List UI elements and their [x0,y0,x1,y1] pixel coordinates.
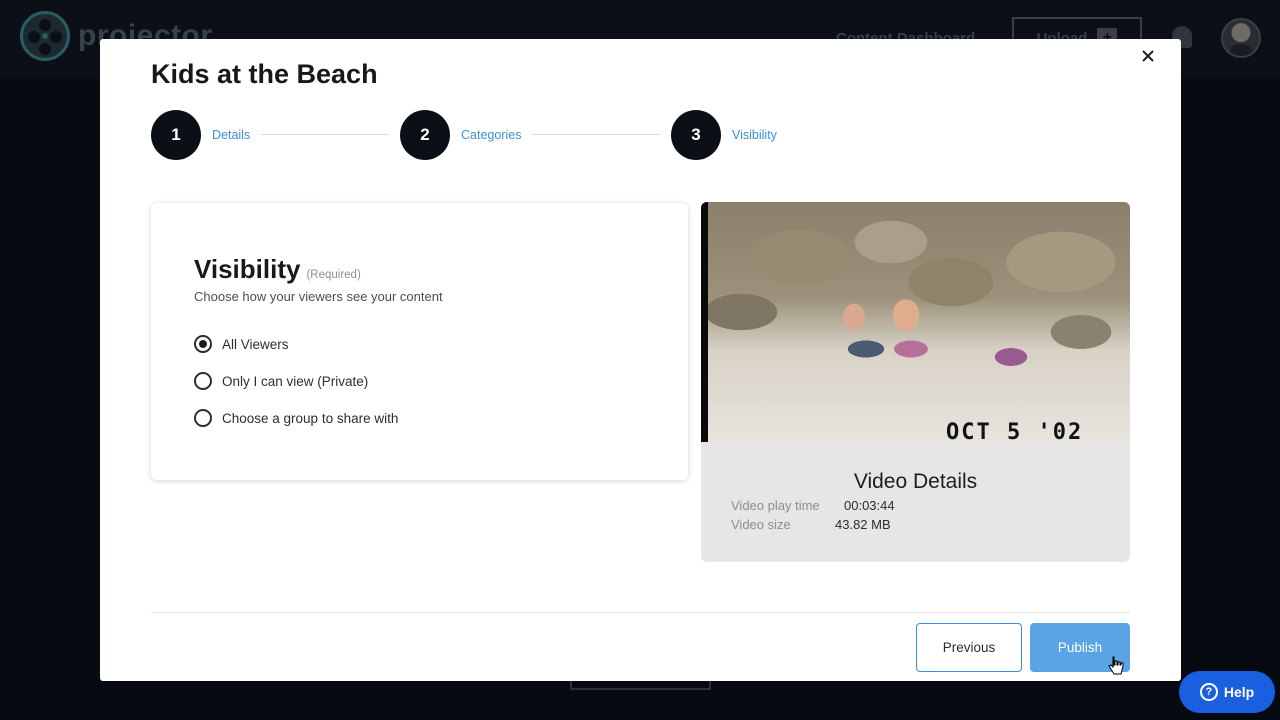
play-time-label: Video play time [731,498,820,513]
step-label: Visibility [732,128,777,142]
required-label: (Required) [306,269,361,281]
radio-label: Only I can view (Private) [222,373,369,389]
footer-divider [151,612,1130,613]
radio-label: All Viewers [222,336,289,352]
close-icon[interactable] [1139,47,1157,65]
background-element [570,680,711,690]
radio-option-group[interactable]: Choose a group to share with [194,409,398,427]
video-size-value: 43.82 MB [835,517,891,532]
thumbnail-figures [826,287,936,367]
help-button[interactable]: ? Help [1179,671,1275,713]
video-thumbnail: OCT 5 '02 [701,202,1130,445]
video-size-label: Video size [731,517,791,532]
upload-modal: Kids at the Beach 1 Details 2 Categories… [100,39,1181,681]
visibility-title: Visibility [194,254,301,284]
previous-button[interactable]: Previous [916,623,1022,672]
radio-option-private[interactable]: Only I can view (Private) [194,372,368,390]
radio-option-all-viewers[interactable]: All Viewers [194,335,289,353]
step-number: 2 [400,110,450,160]
step-label: Details [212,128,251,142]
video-details-panel: OCT 5 '02 Video Details Video play time … [701,202,1130,562]
video-details-title: Video Details [853,470,978,493]
radio-button[interactable] [194,372,212,390]
step-number: 3 [671,110,721,160]
visibility-heading: Visibility (Required) [194,254,361,285]
step-connector [261,134,389,135]
film-reel-icon [20,11,70,61]
help-label: Help [1223,684,1255,700]
video-date-stamp: OCT 5 '02 [946,420,1084,445]
play-time-value: 00:03:44 [844,498,895,513]
step-number: 1 [151,110,201,160]
visibility-card: Visibility (Required) Choose how your vi… [151,203,688,480]
step-details[interactable]: 1 Details [151,110,250,160]
help-icon: ? [1199,683,1218,701]
thumbnail-border [701,202,708,442]
avatar [1221,18,1261,58]
hand-cursor-icon [1108,656,1124,675]
radio-button[interactable] [194,335,212,353]
step-categories[interactable]: 2 Categories [400,110,521,160]
radio-label: Choose a group to share with [222,410,399,426]
modal-title: Kids at the Beach [151,59,378,89]
step-label: Categories [461,128,522,142]
step-visibility[interactable]: 3 Visibility [671,110,777,160]
radio-button[interactable] [194,409,212,427]
step-connector [532,134,660,135]
visibility-subtitle: Choose how your viewers see your content [194,289,443,304]
